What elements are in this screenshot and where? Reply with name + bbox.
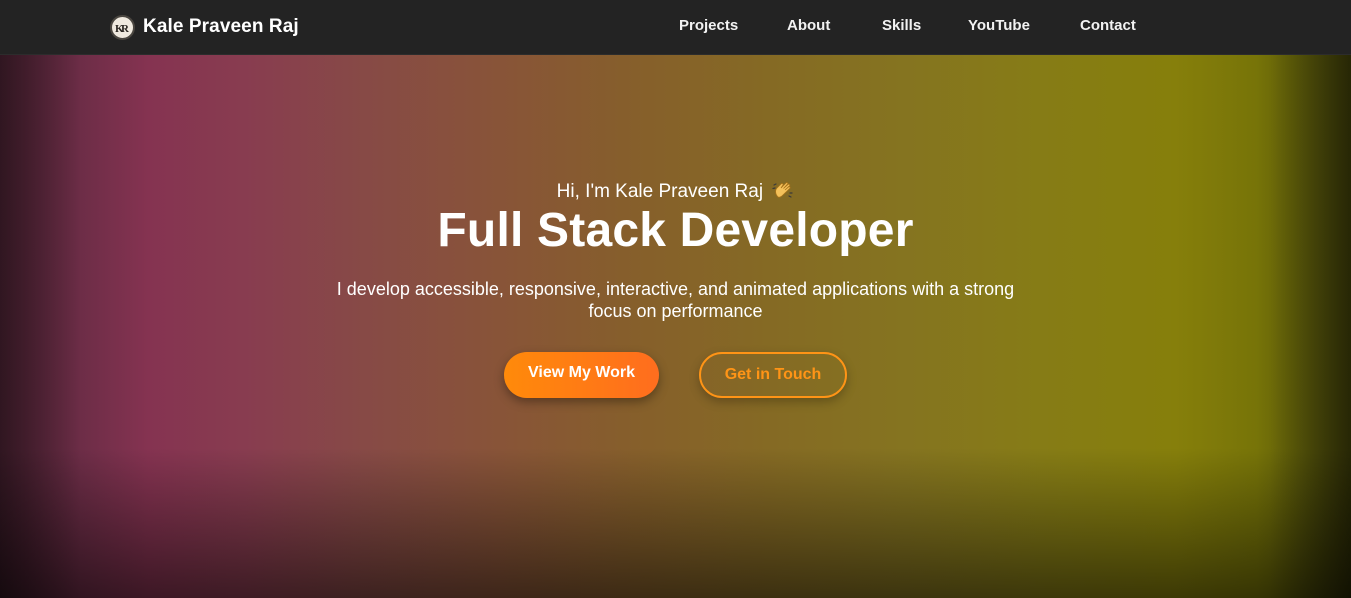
greeting-text: Hi, I'm Kale Praveen Raj [556, 181, 764, 202]
nav-links: Projects About Skills YouTube Contact [0, 17, 1351, 37]
nav-link-contact[interactable]: Contact [1080, 17, 1136, 34]
hero-content: Hi, I'm Kale Praveen Raj Full Stack Deve… [0, 55, 1351, 598]
nav-link-skills[interactable]: Skills [882, 17, 921, 34]
view-my-work-button[interactable]: View My Work [504, 352, 659, 398]
hero-section: Hi, I'm Kale Praveen Raj Full Stack Deve… [0, 55, 1351, 598]
nav-link-projects[interactable]: Projects [679, 17, 738, 34]
waving-hand-icon [772, 179, 794, 202]
hero-greeting: Hi, I'm Kale Praveen Raj [0, 179, 1351, 203]
hero-tagline: I develop accessible, responsive, intera… [336, 279, 1015, 321]
hero-headline: Full Stack Developer [437, 204, 914, 257]
nav-link-youtube[interactable]: YouTube [968, 17, 1030, 34]
nav-link-about[interactable]: About [787, 17, 830, 34]
navbar: K R Kale Praveen Raj Projects About Skil… [0, 0, 1351, 55]
get-in-touch-button[interactable]: Get in Touch [699, 352, 847, 398]
